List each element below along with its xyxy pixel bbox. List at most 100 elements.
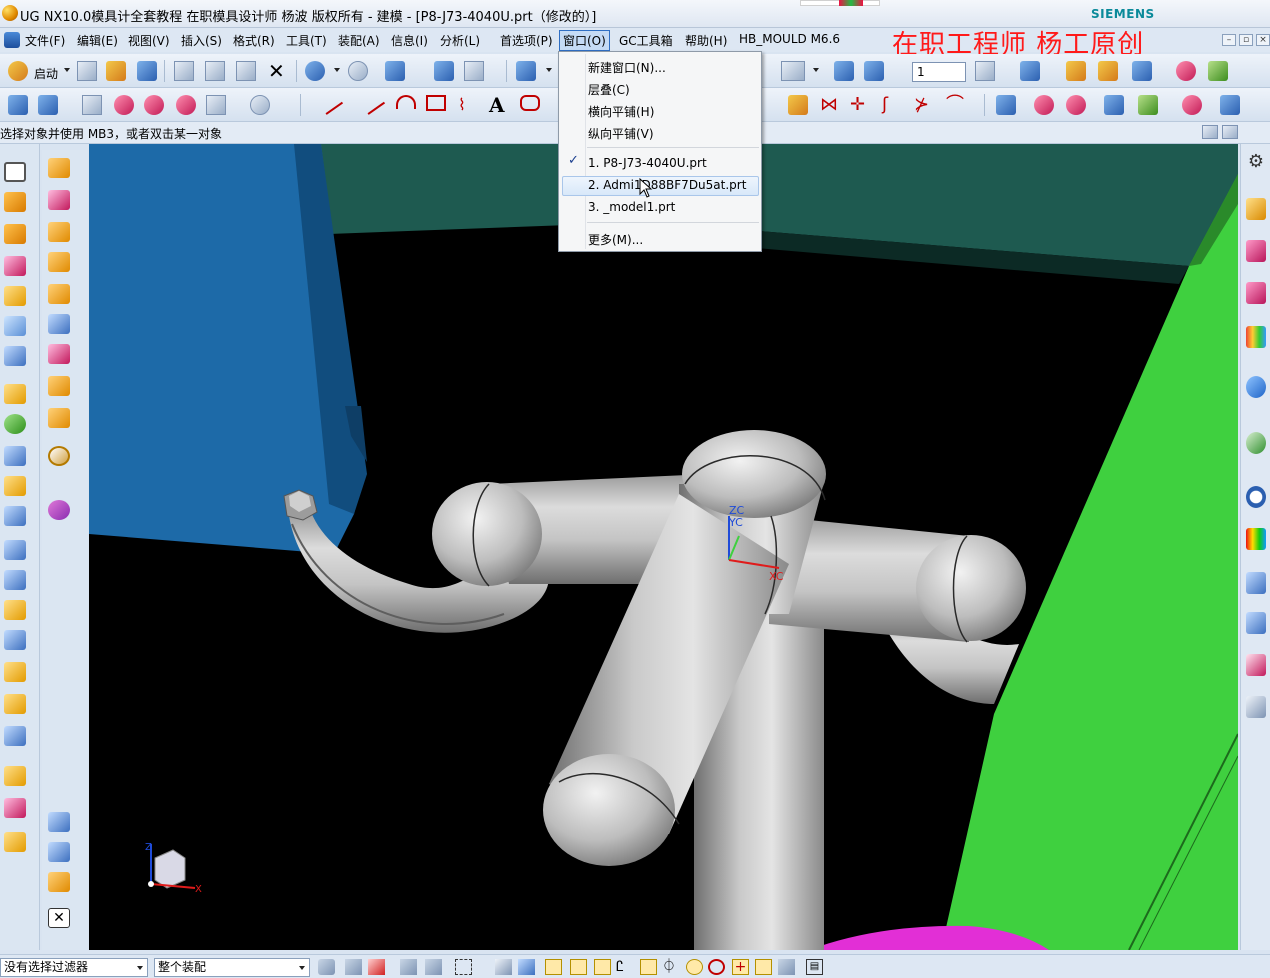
menu-gc-toolkit[interactable]: GC工具箱 (619, 32, 673, 49)
redo-icon[interactable] (348, 61, 368, 81)
graphics-window[interactable]: ZC YC XC Z X (89, 144, 1238, 950)
menu-hb-mould[interactable]: HB_MOULD M6.6 (739, 32, 840, 46)
hole-icon[interactable] (4, 256, 26, 276)
arc-icon[interactable] (396, 95, 416, 109)
mirror-assembly-icon[interactable] (48, 252, 70, 272)
n-sided-surface-icon[interactable] (1138, 95, 1158, 115)
chamfer-icon[interactable] (4, 506, 26, 526)
snap-clear-icon[interactable] (778, 959, 795, 975)
restore-button[interactable]: ▫ (1239, 34, 1253, 46)
menu-file[interactable]: 文件(F) (25, 32, 65, 49)
info-tab-icon[interactable] (1246, 376, 1266, 398)
pocket-icon[interactable] (4, 316, 26, 336)
fillet-curve-icon[interactable]: ⊁ (914, 95, 934, 115)
undo-icon[interactable] (305, 61, 325, 81)
paste-icon[interactable] (236, 61, 256, 81)
cylinder-icon[interactable] (250, 95, 270, 115)
fit-view-icon[interactable] (516, 61, 536, 81)
edge-blend-icon[interactable] (4, 476, 26, 496)
play-motion-icon[interactable] (1132, 61, 1152, 81)
replace-component-icon[interactable] (48, 314, 70, 334)
trim-curve-icon[interactable]: ✛ (850, 95, 870, 115)
full-screen-icon[interactable] (1222, 125, 1238, 139)
through-curves-icon[interactable] (996, 95, 1016, 115)
quick-pick-icon[interactable]: ▤ (806, 959, 823, 975)
menu-assemblies[interactable]: 装配(A) (338, 32, 380, 49)
sheet-body-filter-icon[interactable] (518, 959, 535, 975)
feature-filter-icon[interactable] (345, 959, 362, 975)
new-component-icon[interactable] (48, 222, 70, 242)
polyline-icon[interactable]: ⌇ (458, 95, 478, 115)
offset-curve-icon[interactable] (788, 95, 808, 115)
snap-existing-point-icon[interactable]: + (732, 959, 749, 975)
selection-scope-select[interactable]: 整个装配 (154, 958, 310, 977)
thicken-icon[interactable] (206, 95, 226, 115)
snap-quadrant-icon[interactable] (708, 959, 725, 975)
cut-icon[interactable] (174, 61, 194, 81)
reference-set-icon[interactable] (48, 376, 70, 396)
assembly-constraint-icon[interactable] (864, 61, 884, 81)
constraint-navigator-tab-icon[interactable] (1246, 240, 1266, 262)
menu-tools[interactable]: 工具(T) (286, 32, 327, 49)
manufacturing-wizard-tab-icon[interactable] (1246, 612, 1266, 634)
snap-perpendicular-icon[interactable]: ⏀ (662, 959, 679, 975)
move-face-icon[interactable] (4, 726, 26, 746)
solid-body-filter-icon[interactable] (495, 959, 512, 975)
sketch-rect-icon[interactable] (4, 162, 26, 182)
datum-plane-icon[interactable] (38, 95, 58, 115)
snap-endpoint-icon[interactable] (545, 959, 562, 975)
start-button[interactable]: 启动 (34, 65, 58, 82)
close-button[interactable]: × (1256, 34, 1270, 46)
pad-icon[interactable] (4, 346, 26, 366)
assembly-navigator-icon[interactable] (48, 812, 70, 832)
menu-new-window[interactable]: 新建窗口(N)... (588, 59, 666, 76)
menu-information[interactable]: 信息(I) (391, 32, 428, 49)
view-dropdown-icon[interactable] (546, 68, 552, 72)
menu-format[interactable]: 格式(R) (233, 32, 275, 49)
start-icon[interactable] (8, 61, 28, 81)
close-panel-icon[interactable]: ✕ (48, 908, 70, 928)
select-all-icon[interactable] (368, 959, 385, 975)
intersect-icon[interactable] (4, 446, 26, 466)
analysis-icon[interactable] (1176, 61, 1196, 81)
menu-tile-vertical[interactable]: 纵向平铺(V) (588, 125, 654, 142)
menu-window-part-2[interactable]: 2. Admi1D88BF7Du5at.prt (588, 178, 746, 192)
work-layer-select[interactable]: 1 (912, 62, 966, 82)
curve-length-icon[interactable]: ⌒ (946, 95, 966, 115)
extract-geometry-icon[interactable] (82, 95, 102, 115)
menu-window-part-3[interactable]: 3. _model1.prt (588, 200, 675, 214)
through-mesh-icon[interactable] (1066, 95, 1086, 115)
menu-window[interactable]: 窗口(O) (559, 30, 610, 51)
synchronous-icon[interactable] (4, 798, 26, 818)
menu-tile-horizontal[interactable]: 横向平铺(H) (588, 103, 654, 120)
offset-face-icon[interactable] (4, 662, 26, 682)
snap-on-curve-icon[interactable]: Ꮭ (616, 959, 633, 975)
menu-more-windows[interactable]: 更多(M)... (588, 231, 643, 248)
snap-point-icon[interactable] (1066, 61, 1086, 81)
array-component-icon[interactable] (48, 284, 70, 304)
menu-help[interactable]: 帮助(H) (685, 32, 727, 49)
section-surface-icon[interactable] (1220, 95, 1240, 115)
snap-control-point-icon[interactable] (594, 959, 611, 975)
snap-point-on-face-icon[interactable] (755, 959, 772, 975)
simulation-icon[interactable] (1208, 61, 1228, 81)
rectangle-icon[interactable] (426, 95, 446, 111)
subtract-icon[interactable] (4, 414, 26, 434)
measure-icon[interactable] (1098, 61, 1118, 81)
sketch-icon[interactable] (8, 95, 28, 115)
settings-gear-icon[interactable]: ⚙ (1246, 152, 1266, 174)
menu-view[interactable]: 视图(V) (128, 32, 170, 49)
type-filter-select[interactable]: 没有选择过滤器 (0, 958, 148, 977)
delete-face-icon[interactable] (4, 766, 26, 786)
studio-surface-icon[interactable] (1182, 95, 1202, 115)
line-icon[interactable] (320, 95, 344, 115)
roles-tab-icon[interactable] (1246, 654, 1266, 676)
menu-analysis[interactable]: 分析(L) (440, 32, 480, 49)
new-file-icon[interactable] (77, 61, 97, 81)
system-materials-tab-icon[interactable] (1246, 528, 1266, 550)
face-rule-icon[interactable] (425, 959, 442, 975)
menu-cascade[interactable]: 层叠(C) (588, 81, 630, 98)
color-dropdown-icon[interactable] (813, 68, 819, 72)
wave-linker-icon[interactable] (144, 95, 164, 115)
ruled-surface-icon[interactable] (1034, 95, 1054, 115)
